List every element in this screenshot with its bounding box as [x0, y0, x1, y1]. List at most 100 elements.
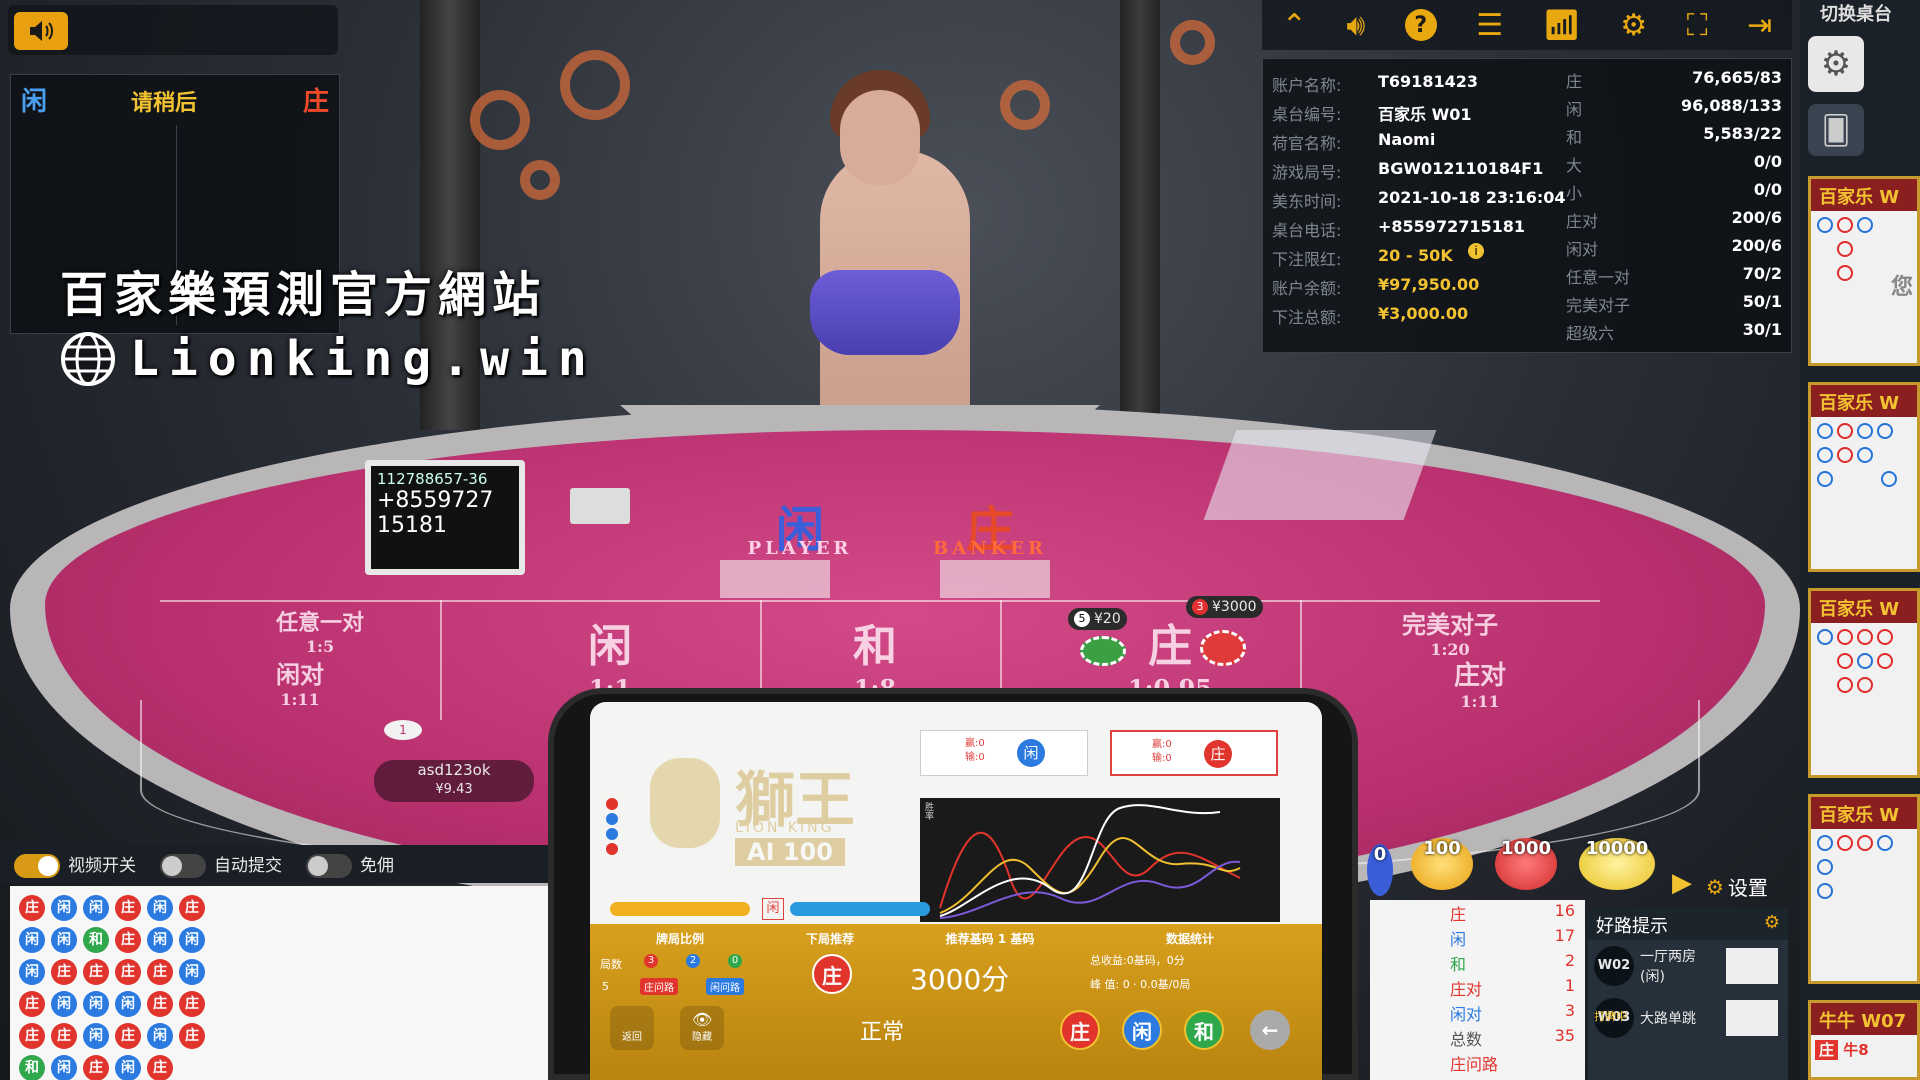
- lobby-table-title: 牛牛 W07: [1811, 1003, 1917, 1035]
- switch-table-label[interactable]: 切换桌台: [1820, 0, 1892, 26]
- road-mark: [1837, 265, 1853, 281]
- lobby-table-card[interactable]: 百家乐 W: [1808, 794, 1920, 984]
- bet-zone-banker-pair[interactable]: 庄对 1:11: [1410, 655, 1550, 711]
- info-label: 账户名称:: [1272, 76, 1342, 95]
- chip-10000[interactable]: 10000: [1579, 838, 1655, 890]
- road-mark: [1857, 447, 1873, 463]
- bet-zone-player-pair[interactable]: 闲对 1:11: [240, 655, 360, 709]
- chip-value: 0: [1373, 844, 1387, 865]
- info-value: ¥97,950.00: [1378, 275, 1480, 294]
- road-mark: [1837, 653, 1853, 669]
- stat-value: 5,583/22: [1703, 124, 1782, 143]
- fullscreen-icon[interactable]: ⛶: [1687, 8, 1708, 43]
- road-mark: [1877, 629, 1893, 645]
- info-value: 2021-10-18 23:16:04: [1378, 188, 1566, 207]
- bet-zone-perfect-pair[interactable]: 完美对子 1:20: [1370, 605, 1530, 659]
- sound-icon[interactable]: 🔊︎: [1346, 8, 1365, 43]
- road-mark: [1857, 677, 1873, 693]
- bet-tag: 5 ¥20: [1068, 608, 1127, 630]
- round-stats-panel: 庄 16 闲 17 和 2 庄对 1 闲对 3 总数 35 庄问路: [1370, 900, 1585, 1080]
- road-tag[interactable]: 闲问路: [706, 978, 744, 995]
- help-icon[interactable]: ?: [1404, 9, 1437, 41]
- stats-row: 庄 16: [1370, 900, 1585, 925]
- back-label: 返回: [622, 1032, 642, 1043]
- chip-1000[interactable]: 1000: [1495, 838, 1557, 890]
- undo-button[interactable]: ←: [1250, 1010, 1290, 1050]
- info-label: 桌台编号:: [1272, 105, 1342, 124]
- toggle-switch[interactable]: [306, 853, 352, 878]
- stats-label: 总数: [1450, 1030, 1483, 1049]
- bead: 庄: [147, 959, 173, 985]
- info-label: 游戏局号:: [1272, 163, 1342, 182]
- bet-banker-button[interactable]: 庄: [1060, 1010, 1100, 1050]
- lobby-table-card[interactable]: 牛牛 W07 庄 牛8: [1808, 1000, 1920, 1080]
- lobby-table-card[interactable]: 百家乐 W 您: [1808, 176, 1920, 366]
- cards-button[interactable]: 🂠: [1808, 104, 1864, 156]
- stats-value: 16: [1554, 901, 1575, 920]
- chip-100[interactable]: 100: [1411, 838, 1473, 890]
- bead: 庄: [19, 991, 45, 1017]
- lobby-badge: 您: [1890, 275, 1913, 300]
- wifi-icon[interactable]: 📶︎: [1543, 8, 1581, 43]
- banker-tab[interactable]: 赢:0 输:0 庄: [1110, 730, 1278, 776]
- hide-button[interactable]: 👁︎ 隐藏: [680, 1006, 724, 1050]
- gear-icon[interactable]: ⚙: [1620, 8, 1647, 43]
- road-mark: [1857, 217, 1873, 233]
- bet-player-button[interactable]: 闲: [1122, 1010, 1162, 1050]
- stat-label: 完美对子: [1566, 296, 1631, 315]
- no-commission-toggle[interactable]: 免佣: [306, 851, 394, 878]
- chip-partial[interactable]: 0: [1367, 844, 1393, 896]
- info-value: 百家乐 W01: [1378, 105, 1472, 124]
- placed-chip: [1200, 630, 1246, 666]
- stat-value: 0/0: [1753, 152, 1782, 171]
- recommend-points: 3000分: [910, 963, 1010, 996]
- lobby-table-card[interactable]: 百家乐 W: [1808, 588, 1920, 778]
- bead: 庄: [115, 959, 141, 985]
- bead: 庄: [115, 1023, 141, 1049]
- stat-label: 和: [1566, 128, 1583, 147]
- bet-tie-button[interactable]: 和: [1184, 1010, 1224, 1050]
- hint-item[interactable]: W02 一厅两房(闲): [1588, 940, 1788, 992]
- history-icon[interactable]: ☰: [1476, 8, 1503, 43]
- bet-zone-any-pair[interactable]: 任意一对 1:5: [250, 605, 390, 656]
- stat-label: 庄: [1566, 72, 1583, 91]
- seat-number: 1: [384, 720, 422, 740]
- auto-submit-toggle[interactable]: 自动提交: [160, 851, 282, 878]
- info-icon[interactable]: i: [1468, 243, 1484, 259]
- exit-icon[interactable]: ⇥: [1747, 8, 1772, 43]
- settings-button[interactable]: ⚙ 设置: [1706, 872, 1768, 901]
- ratio-bar: [610, 902, 750, 916]
- road-tag[interactable]: 庄问路: [640, 978, 678, 995]
- lobby-settings-button[interactable]: ⚙: [1808, 36, 1864, 92]
- toggle-switch[interactable]: [14, 853, 60, 878]
- good-road-panel: 好路提示 ⚙ W02 一厅两房(闲) W03 大路单跳 打牌中: [1588, 908, 1788, 1080]
- toggle-switch[interactable]: [160, 853, 206, 878]
- road-mark: [1877, 423, 1893, 439]
- player-tab[interactable]: 赢:0 输:0 闲: [920, 730, 1088, 776]
- stats-row: 闲对 3: [1370, 1000, 1585, 1025]
- seat-user: asd123ok ¥9.43: [374, 760, 534, 802]
- bead: 闲: [83, 1023, 109, 1049]
- recommend-badge: 庄: [812, 954, 852, 994]
- stat-label: 任意一对: [1566, 268, 1631, 287]
- phone-control-panel: 牌局比例 下局推荐 推荐基码 1 基码 数据统计 局数 3 2 0 5 庄问路 …: [590, 924, 1322, 1080]
- gear-icon[interactable]: ⚙: [1764, 912, 1780, 936]
- auto-submit-label: 自动提交: [214, 855, 282, 876]
- lobby-table-card[interactable]: 百家乐 W: [1808, 382, 1920, 572]
- bead: 闲: [179, 927, 205, 953]
- road-mark: [1837, 447, 1853, 463]
- info-label: 账户余额:: [1272, 279, 1342, 298]
- collapse-icon[interactable]: ⌃: [1282, 8, 1307, 43]
- total-profit: 总收益:0基码，0分: [1090, 954, 1185, 967]
- back-button[interactable]: 返回: [610, 1006, 654, 1050]
- road-mark: [1837, 241, 1853, 257]
- road-mark: [1817, 859, 1833, 875]
- play-arrow-icon[interactable]: ▶: [1672, 868, 1692, 898]
- road-mark: [1817, 835, 1833, 851]
- video-toggle[interactable]: 视频开关: [14, 851, 136, 878]
- speaker-button[interactable]: [14, 12, 68, 50]
- banker-label: BANKER: [933, 538, 1047, 559]
- stat-value: 70/2: [1742, 264, 1782, 283]
- placed-chip: [1080, 636, 1126, 666]
- road-mark: [1837, 677, 1853, 693]
